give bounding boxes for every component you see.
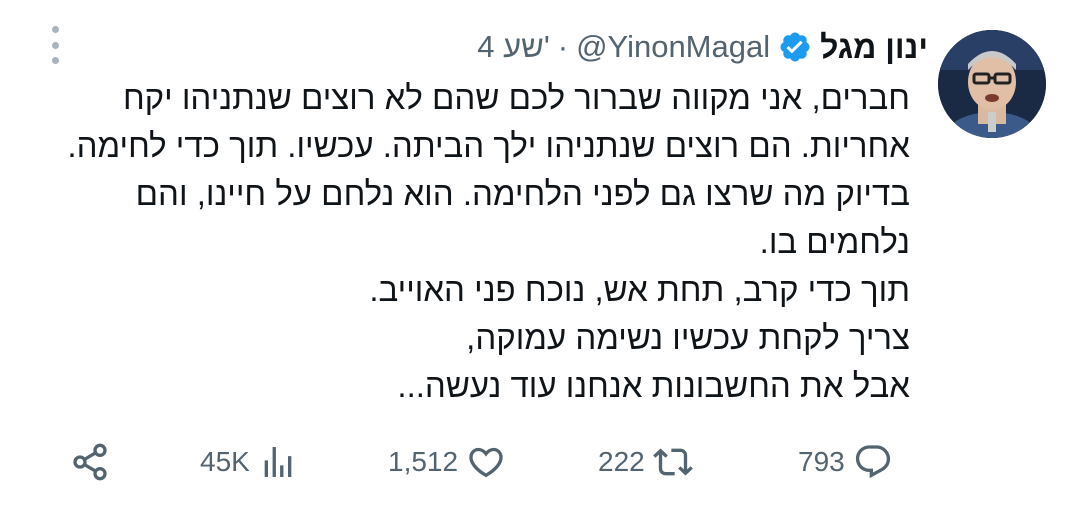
verified-badge-icon bbox=[778, 30, 812, 64]
retweet-icon bbox=[652, 448, 693, 476]
retweet-button[interactable]: 222 bbox=[598, 436, 693, 488]
retweet-count: 222 bbox=[598, 446, 645, 477]
tweet-header: ינון מגל @YinonMagal · 4 שע' bbox=[477, 27, 928, 67]
views-count: 45K bbox=[200, 446, 250, 477]
tweet-text-line: נלחמים בו. bbox=[759, 223, 910, 260]
tweet-text: חברים, אני מקווה שברור לכם שהם לא רוצים … bbox=[60, 74, 910, 410]
tweet-text-line: אחריות. הם רוצים שנתניהו ילך הביתה. עכשי… bbox=[67, 127, 910, 164]
avatar[interactable] bbox=[938, 30, 1046, 138]
views-chart-icon bbox=[264, 447, 292, 477]
tweet-text-line: תוך כדי קרב, תחת אש, נוכח פני האוייב. bbox=[369, 271, 910, 308]
reply-icon bbox=[855, 445, 890, 479]
heart-icon bbox=[469, 447, 503, 478]
views-button[interactable]: 45K bbox=[200, 436, 298, 488]
like-count: 1,512 bbox=[388, 446, 459, 477]
author-handle[interactable]: @YinonMagal bbox=[576, 29, 770, 65]
share-icon bbox=[73, 443, 107, 481]
tweet-text-line: צריך לקחת עכשיו נשימה עמוקה, bbox=[466, 319, 910, 356]
author-display-name[interactable]: ינון מגל bbox=[820, 29, 928, 66]
header-separator: · bbox=[557, 29, 569, 64]
avatar-photo bbox=[938, 30, 1046, 138]
tweet[interactable]: ינון מגל @YinonMagal · 4 שע' חברים, אני … bbox=[0, 0, 1080, 511]
reply-count: 793 bbox=[798, 446, 845, 477]
tweet-actions-bar: 793 222 1,512 45K bbox=[0, 436, 1080, 488]
share-button[interactable] bbox=[70, 436, 110, 488]
tweet-text-line: בדיוק מה שרצו גם לפני הלחימה. הוא נלחם ע… bbox=[135, 175, 910, 212]
tweet-timestamp[interactable]: 4 שע' bbox=[477, 29, 549, 65]
tweet-text-line: אבל את החשבונות אנחנו עוד נעשה... bbox=[397, 367, 910, 404]
tweet-text-line: חברים, אני מקווה שברור לכם שהם לא רוצים … bbox=[122, 79, 910, 116]
more-vertical-icon[interactable] bbox=[40, 26, 70, 64]
reply-button[interactable]: 793 bbox=[798, 436, 893, 488]
like-button[interactable]: 1,512 bbox=[388, 436, 506, 488]
